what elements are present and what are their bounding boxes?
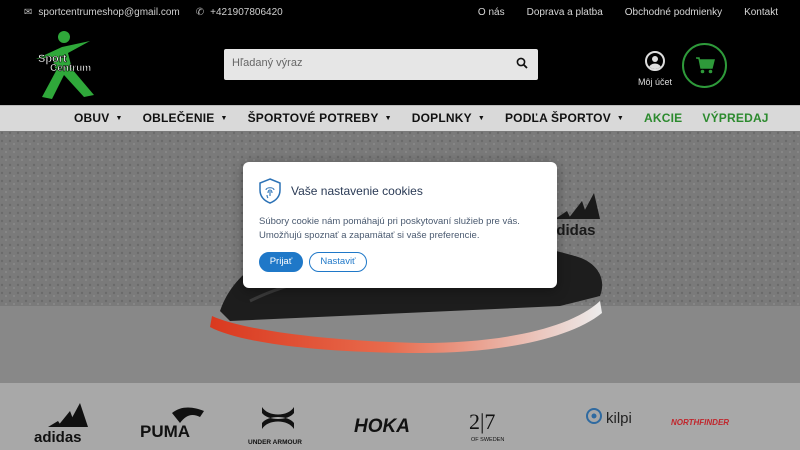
fingerprint-shield-icon: [259, 178, 281, 204]
cookie-settings-button[interactable]: Nastaviť: [309, 252, 367, 272]
cookie-dialog: Vaše nastavenie cookies Súbory cookie ná…: [243, 162, 557, 288]
top-links: O nás Doprava a platba Obchodné podmienk…: [478, 7, 778, 18]
account-link[interactable]: Môj účet: [636, 51, 674, 87]
link-o-nas[interactable]: O nás: [478, 7, 505, 18]
cookie-title: Vaše nastavenie cookies: [291, 184, 423, 198]
brand-northfinder[interactable]: NORTHFINDER: [671, 418, 729, 427]
phone-icon: ✆: [195, 7, 205, 18]
main-nav: OBUV ▼ OBLEČENIE ▼ ŠPORTOVÉ POTREBY ▼ DOPLN…: [0, 105, 800, 131]
brand-strip: adidas PUMA UNDER ARMOUR HOKA 2|7 OF SWE…: [0, 383, 800, 450]
envelope-icon: ✉: [24, 7, 33, 18]
nav-item-doplnky[interactable]: DOPLNKY ▼: [412, 111, 485, 125]
svg-text:adidas: adidas: [34, 429, 82, 446]
link-podmienky[interactable]: Obchodné podmienky: [625, 7, 722, 18]
svg-text:OF SWEDEN: OF SWEDEN: [471, 437, 504, 443]
caret-down-icon: ▼: [220, 114, 228, 122]
brand-under-armour[interactable]: UNDER ARMOUR: [248, 407, 302, 446]
nav-item-akcie[interactable]: AKCIE: [644, 111, 682, 125]
caret-down-icon: ▼: [115, 114, 123, 122]
search-icon[interactable]: [516, 57, 528, 69]
brand-hoka[interactable]: HOKA: [354, 416, 410, 437]
svg-text:UNDER ARMOUR: UNDER ARMOUR: [248, 439, 302, 446]
accept-cookies-button[interactable]: Prijať: [259, 252, 303, 272]
logo-text-bottom: Centrum: [50, 63, 91, 74]
brand-adidas[interactable]: adidas: [34, 403, 88, 446]
nav-item-podla-sportov[interactable]: PODĽA ŠPORTOV ▼: [505, 111, 624, 125]
svg-text:HOKA: HOKA: [354, 416, 410, 437]
nav-item-vypredaj[interactable]: VÝPREDAJ: [702, 111, 768, 125]
caret-down-icon: ▼: [477, 114, 485, 122]
svg-text:NORTHFINDER: NORTHFINDER: [671, 418, 729, 427]
link-kontakt[interactable]: Kontakt: [744, 7, 778, 18]
caret-down-icon: ▼: [616, 114, 625, 122]
site-header: Sport Centrum Hľadaný výraz Môj účet: [0, 26, 800, 105]
top-bar: ✉ sportcentrumeshop@gmail.com ✆ +4219078…: [0, 0, 800, 26]
cookie-text: Súbory cookie nám pomáhajú pri poskytova…: [259, 216, 520, 241]
cart-icon: [696, 57, 715, 74]
contact-phone[interactable]: +421907806420: [210, 7, 283, 18]
site-logo[interactable]: Sport Centrum: [28, 29, 108, 101]
caret-down-icon: ▼: [384, 114, 392, 122]
search-input[interactable]: Hľadaný výraz: [232, 57, 302, 69]
svg-text:2|7: 2|7: [469, 409, 495, 434]
nav-item-obuv[interactable]: OBUV ▼: [74, 111, 123, 125]
brand-kilpi[interactable]: kilpi: [586, 408, 632, 427]
search-box[interactable]: Hľadaný výraz: [224, 49, 538, 80]
brand-puma[interactable]: PUMA: [140, 407, 204, 442]
svg-text:PUMA: PUMA: [140, 422, 190, 441]
nav-item-oblecenie[interactable]: OBLEČENIE ▼: [143, 111, 228, 125]
contact-info: ✉ sportcentrumeshop@gmail.com ✆ +4219078…: [24, 7, 283, 18]
svg-text:kilpi: kilpi: [606, 410, 632, 427]
link-doprava[interactable]: Doprava a platba: [527, 7, 603, 18]
account-label: Môj účet: [637, 77, 672, 87]
brand-27-of-sweden[interactable]: 2|7 OF SWEDEN: [469, 409, 504, 443]
contact-email[interactable]: sportcentrumeshop@gmail.com: [38, 7, 179, 18]
nav-item-sportove-potreby[interactable]: ŠPORTOVÉ POTREBY ▼: [248, 111, 392, 125]
cart-button[interactable]: [682, 43, 727, 88]
user-icon: [645, 51, 665, 71]
